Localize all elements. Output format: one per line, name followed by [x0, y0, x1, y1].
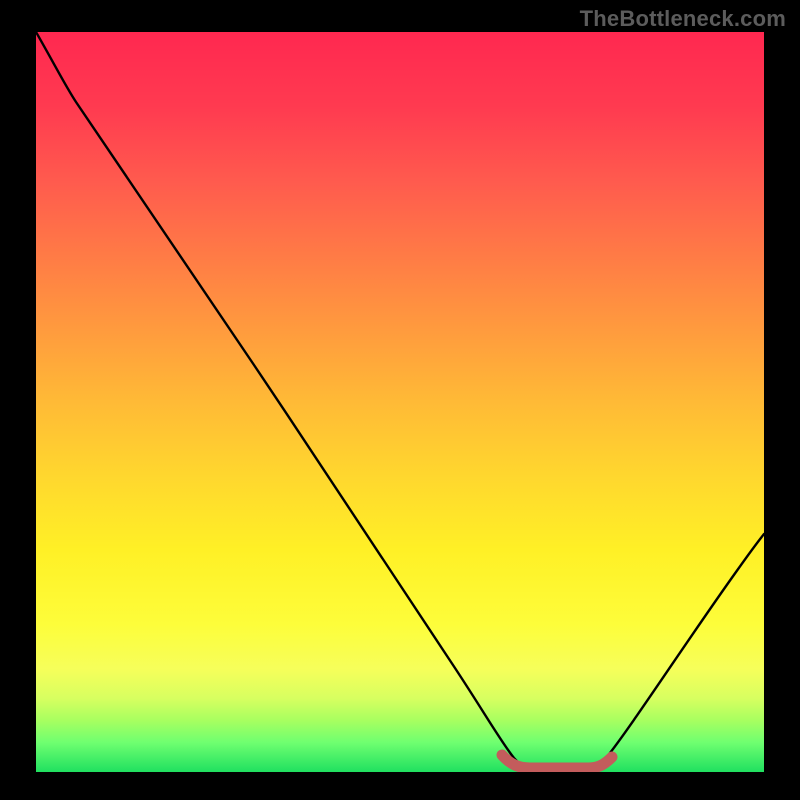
- optimal-band: [502, 755, 612, 768]
- chart-frame: TheBottleneck.com: [0, 0, 800, 800]
- curve-layer: [36, 32, 764, 772]
- plot-area: [36, 32, 764, 772]
- bottleneck-curve: [36, 32, 764, 769]
- watermark-text: TheBottleneck.com: [580, 6, 786, 32]
